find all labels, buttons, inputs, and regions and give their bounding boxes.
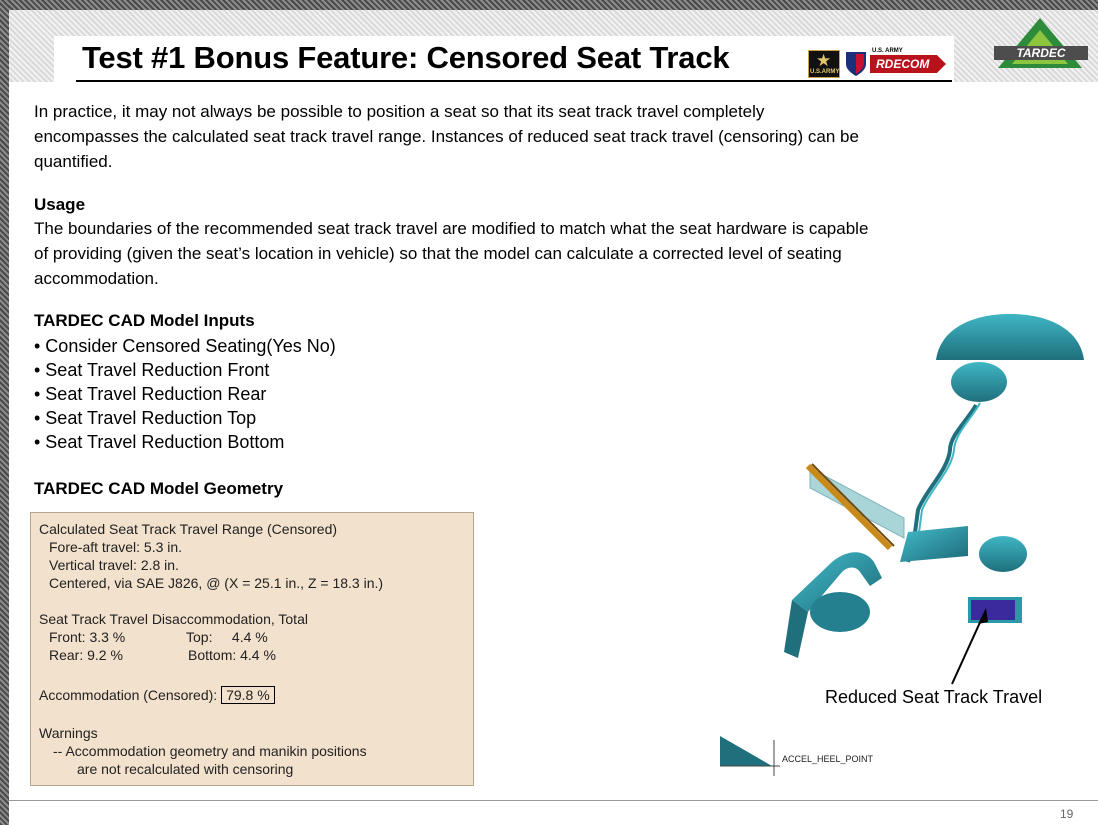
tardec-triangle-icon: TARDEC [994, 18, 1088, 68]
accommodation-label: Accommodation (Censored): [39, 687, 218, 703]
list-item: • Seat Travel Reduction Front [34, 360, 270, 380]
accommodation-row: Accommodation (Censored): 79.8 % [39, 686, 275, 704]
knee-ellipse [979, 536, 1027, 572]
head-ellipse [951, 362, 1007, 402]
accommodation-value: 79.8 % [221, 686, 275, 704]
tardec-logo-text: TARDEC [1016, 46, 1065, 60]
footer-divider [9, 800, 1098, 801]
usage-line-2: of providing (given the seat’s location … [34, 244, 842, 263]
usage-line-1: The boundaries of the recommended seat t… [34, 219, 869, 238]
disacc-rear: Rear: 9.2 % [49, 647, 123, 663]
range-heading: Calculated Seat Track Travel Range (Cens… [39, 521, 338, 537]
army-logo-text: U.S.ARMY [810, 69, 840, 75]
star-icon: ★ [816, 51, 832, 70]
centered-position: Centered, via SAE J826, @ (X = 25.1 in.,… [49, 575, 384, 591]
list-item: • Seat Travel Reduction Bottom [34, 432, 285, 452]
intro-line-1: In practice, it may not always be possib… [34, 102, 765, 121]
hip-ellipse [810, 592, 870, 632]
disaccommodation-heading: Seat Track Travel Disaccommodation, Tota… [39, 611, 308, 627]
rdecom-logo-small-text: U.S. ARMY [872, 48, 903, 54]
intro-line-3: quantified. [34, 152, 113, 171]
slide: Test #1 Bonus Feature: Censored Seat Tra… [0, 0, 1098, 825]
head-contour [936, 314, 1084, 360]
seat-track-rail-dark [811, 463, 895, 547]
usage-heading: Usage [34, 195, 86, 214]
results-panel: Calculated Seat Track Travel Range (Cens… [30, 512, 474, 786]
intro-line-2: encompasses the calculated seat track tr… [34, 127, 859, 146]
seat-pan [900, 526, 968, 562]
inputs-list: • Consider Censored Seating(Yes No) • Se… [34, 334, 336, 454]
list-item: • Seat Travel Reduction Top [34, 408, 257, 428]
usage-line-3: accommodation. [34, 269, 159, 288]
warning-line-1: -- Accommodation geometry and manikin po… [53, 743, 367, 759]
list-item: • Consider Censored Seating(Yes No) [34, 336, 336, 356]
warning-line-2: are not recalculated with censoring [77, 761, 294, 777]
heel-point-marker [720, 736, 772, 766]
callout-arrow-line [951, 617, 983, 685]
torso-line-light [917, 402, 981, 541]
left-border [0, 0, 9, 825]
top-border [0, 0, 1098, 10]
list-item: • Seat Travel Reduction Rear [34, 384, 267, 404]
geometry-heading: TARDEC CAD Model Geometry [34, 479, 284, 498]
inputs-heading: TARDEC CAD Model Inputs [34, 311, 255, 330]
reduced-travel-inner-box [971, 600, 1015, 620]
army-logo: ★ U.S.ARMY [808, 50, 840, 78]
heel-point-label: ACCEL_HEEL_POINT [782, 754, 874, 764]
disacc-bottom: Bottom: 4.4 % [188, 647, 276, 663]
reduced-seat-track-callout: Reduced Seat Track Travel [825, 687, 1043, 707]
disacc-front: Front: 3.3 % [49, 629, 126, 645]
fore-aft-travel: Fore-aft travel: 5.3 in. [49, 539, 183, 555]
page-number: 19 [1060, 807, 1074, 821]
warnings-heading: Warnings [39, 725, 98, 741]
vertical-travel: Vertical travel: 2.8 in. [49, 557, 179, 573]
rdecom-shield-icon [846, 52, 866, 76]
disacc-top: Top: 4.4 % [186, 629, 268, 645]
rdecom-logo: RDECOM [870, 55, 946, 73]
seat-geometry-figure [720, 314, 1084, 776]
slide-title: Test #1 Bonus Feature: Censored Seat Tra… [82, 40, 730, 75]
tardec-logo: TARDEC [990, 16, 1090, 76]
title-underline [76, 80, 952, 82]
